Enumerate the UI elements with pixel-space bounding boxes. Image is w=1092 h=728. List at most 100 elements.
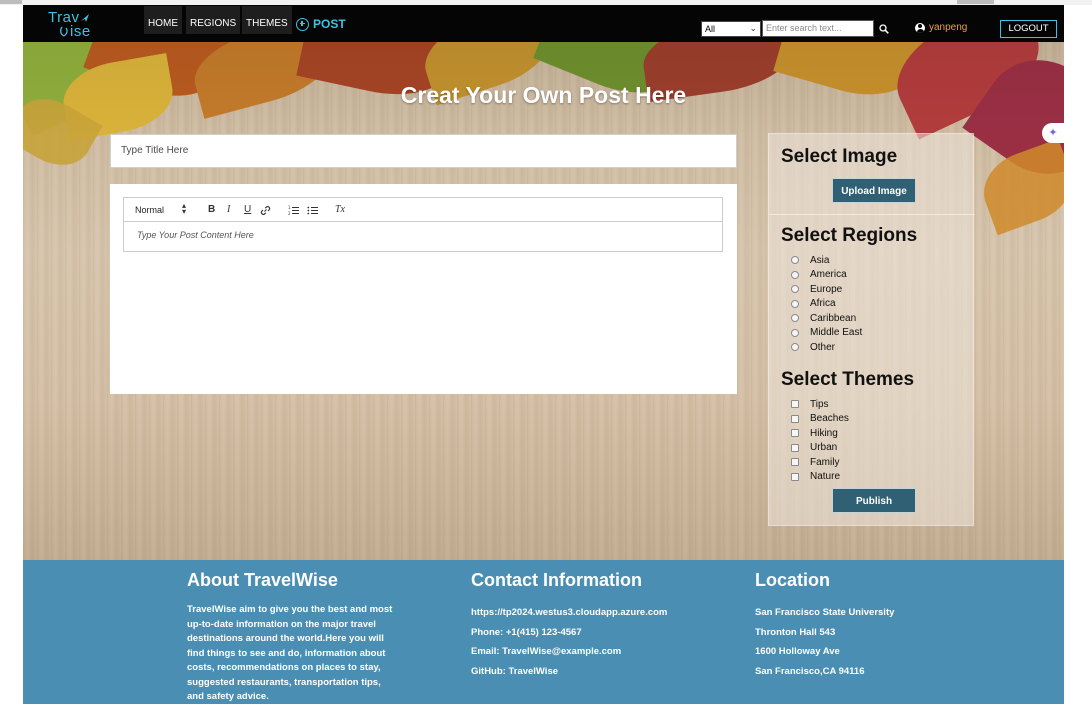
region-option[interactable]: Other [791,340,862,355]
region-option[interactable]: Middle East [791,326,862,341]
logout-button[interactable]: LOGOUT [1000,20,1057,38]
region-label: Asia [810,254,830,266]
checkbox[interactable] [791,443,799,452]
footer: About TravelWise TravelWise aim to give … [23,560,1064,704]
theme-option[interactable]: Nature [791,470,849,485]
radio-button[interactable] [791,328,799,337]
about-heading: About TravelWise [187,570,338,590]
region-label: Europe [810,283,843,295]
theme-option[interactable]: Family [791,455,849,470]
contact-github[interactable]: GitHub: TravelWise [471,662,731,682]
location-line: Thronton Hall 543 [755,626,836,638]
location-heading: Location [755,570,830,590]
region-label: America [810,269,847,281]
logo-line2: ise [70,23,91,40]
footer-location: Location San Francisco State University … [755,570,995,681]
contact-heading: Contact Information [471,570,642,590]
theme-option[interactable]: Urban [791,441,849,456]
theme-label: Nature [810,471,841,483]
region-option[interactable]: Africa [791,297,862,312]
post-editor: Normal ▴ ▾ B I U 1 2 Tx Type Your Post C… [110,184,737,394]
theme-option[interactable]: Tips [791,397,849,412]
svg-text:2: 2 [288,211,291,216]
publish-button[interactable]: Publish [832,488,916,513]
logo-plane-icon [81,14,89,22]
ordered-list-icon[interactable]: 1 2 [288,205,299,216]
radio-button[interactable] [791,343,799,352]
region-option[interactable]: Asia [791,253,862,268]
nav-post-label: POST [313,17,346,31]
content-placeholder: Type Your Post Content Here [137,230,254,240]
italic-icon[interactable]: I [227,204,230,215]
user-menu[interactable]: yanpeng [915,22,967,33]
radio-button[interactable] [791,314,799,323]
region-option[interactable]: America [791,268,862,283]
radio-button[interactable] [791,285,799,294]
format-select[interactable]: Normal [135,205,164,215]
strip-mark [0,0,22,4]
region-label: Other [810,341,836,353]
bullet-list-icon[interactable] [307,205,318,216]
bold-icon[interactable]: B [208,204,215,215]
theme-option[interactable]: Hiking [791,426,849,441]
checkbox[interactable] [791,429,799,438]
checkbox[interactable] [791,472,799,481]
link-icon[interactable] [260,205,271,216]
theme-option[interactable]: Beaches [791,412,849,427]
footer-about: About TravelWise TravelWise aim to give … [187,570,397,704]
contact-phone: Phone: +1(415) 123-4567 [471,626,582,638]
logo[interactable]: Trav ise [48,9,108,40]
strip-mark [957,0,994,4]
plus-circle-icon [296,17,309,31]
theme-label: Beaches [810,413,849,425]
select-image-heading: Select Image [781,146,898,167]
clear-format-icon[interactable]: Tx [335,204,345,215]
radio-button[interactable] [791,256,799,265]
location-line: 1600 Holloway Ave [755,646,840,657]
sparkle-icon[interactable]: ✦ [1042,123,1064,143]
radio-button[interactable] [791,299,799,308]
nav-home-link[interactable]: HOME [144,6,182,34]
post-options-panel: Select Image Upload Image Select Regions… [768,133,975,526]
user-icon [915,22,925,33]
footer-contact: Contact Information https://tp2024.westu… [471,570,731,681]
underline-icon[interactable]: U [244,204,251,215]
format-select-arrows-icon[interactable]: ▴ ▾ [182,202,186,216]
contact-email[interactable]: Email: TravelWise@example.com [471,642,731,662]
checkbox[interactable] [791,458,799,467]
post-content-editor[interactable]: Type Your Post Content Here [123,221,723,252]
contact-website-link[interactable]: https://tp2024.westus3.cloudapp.azure.co… [471,603,731,623]
search-input[interactable]: Enter search text... [762,20,874,37]
divider [769,214,975,215]
navbar: Trav ise HOME REGIONS THEMES POST All ⌄ … [23,5,1064,42]
select-themes-heading: Select Themes [781,369,915,390]
logo-person-icon [60,26,68,37]
username: yanpeng [929,22,968,33]
hero-section: Creat Your Own Post Here ✦ Type Title He… [23,42,1064,560]
upload-image-button[interactable]: Upload Image [832,178,916,203]
search-icon[interactable] [879,24,889,34]
region-option[interactable]: Europe [791,282,862,297]
search-placeholder: Enter search text... [766,23,842,33]
title-placeholder: Type Title Here [121,145,189,156]
theme-label: Urban [810,442,838,454]
filter-selected-value: All [705,24,716,34]
editor-toolbar: Normal ▴ ▾ B I U 1 2 Tx [123,197,723,222]
theme-label: Family [810,456,840,468]
select-regions-heading: Select Regions [781,225,918,246]
about-text: TravelWise aim to give you the best and … [187,604,393,702]
region-label: Africa [810,298,836,310]
chevron-down-icon: ⌄ [749,23,757,33]
page: Trav ise HOME REGIONS THEMES POST All ⌄ … [23,5,1064,704]
nav-post-link[interactable]: POST [296,17,346,31]
checkbox[interactable] [791,400,799,409]
nav-regions-link[interactable]: REGIONS [186,6,241,34]
themes-checkbox-group: Tips Beaches Hiking Urban Family Nature [791,397,849,484]
radio-button[interactable] [791,270,799,279]
post-title-input[interactable]: Type Title Here [110,134,737,168]
search-filter-select[interactable]: All ⌄ [701,21,761,37]
theme-label: Hiking [810,427,838,439]
nav-themes-link[interactable]: THEMES [242,6,292,34]
checkbox[interactable] [791,414,799,423]
region-option[interactable]: Caribbean [791,311,862,326]
